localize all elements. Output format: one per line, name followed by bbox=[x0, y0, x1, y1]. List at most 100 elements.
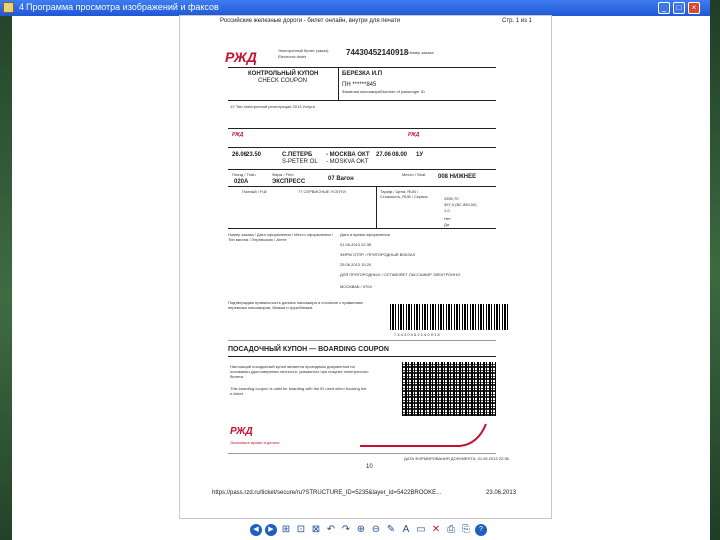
route-to: - МОСКВА ОКТ bbox=[326, 152, 370, 158]
train-name-label: Фирм / Firm bbox=[272, 172, 294, 177]
app-icon bbox=[3, 2, 14, 13]
print-icon[interactable]: ⎙ bbox=[445, 524, 457, 536]
boarding-text-2: This boarding coupon is valid for boardi… bbox=[230, 386, 367, 396]
slogan: Экономьте время и деньги bbox=[230, 440, 280, 445]
route-from-en: S-PETER OL bbox=[282, 159, 318, 165]
slideshow-icon[interactable]: ⊠ bbox=[310, 524, 322, 536]
desktop-background-right bbox=[710, 0, 720, 540]
close-button[interactable]: × bbox=[688, 2, 700, 14]
price-labels: Тариф / Цена, RUB / Стоимость, RUB / Сер… bbox=[380, 189, 428, 199]
help-icon[interactable]: ? bbox=[475, 524, 487, 536]
boarding-title: ПОСАДОЧНЫЙ КУПОН — BOARDING COUPON bbox=[228, 346, 389, 353]
cut-line bbox=[228, 340, 496, 341]
validity: 25.06.2013 15:20 bbox=[340, 262, 372, 267]
rzd-logo-footer: РЖД bbox=[230, 426, 253, 437]
issued-place: ФИРМ ОТПР / ПРИГОРОДНЫЙ ВОКЗАЛ bbox=[340, 252, 416, 257]
rule bbox=[228, 453, 496, 454]
rule bbox=[228, 228, 496, 229]
image-viewer-area[interactable]: Российские железные дороги - билет онлай… bbox=[12, 16, 710, 540]
e-ticket-label: Электронный билет (заказ) bbox=[278, 48, 329, 53]
rule bbox=[228, 186, 496, 187]
issued-label: Дата и время оформления bbox=[340, 232, 390, 237]
price-1: 2550,70 bbox=[444, 196, 459, 201]
page-header-left: Российские железные дороги - билет онлай… bbox=[220, 18, 401, 24]
rule bbox=[228, 356, 496, 357]
ticket-barcode bbox=[390, 304, 510, 330]
boarding-text-1: Настоящий посадочный купон является прое… bbox=[230, 364, 369, 379]
price-2: 397,0 (ВС 850,00) bbox=[444, 202, 477, 207]
divider bbox=[338, 67, 339, 100]
rule bbox=[228, 147, 496, 148]
agent: МОСКВАБ / 9704 bbox=[340, 284, 372, 289]
yes-no-2: Да bbox=[444, 222, 449, 227]
minimize-button[interactable]: _ bbox=[658, 2, 670, 14]
carrier: ДЛЯ ПРИГОРОДНЫХ / ОСТАВЛЯЕТ ПАССАЖИР ЭЛЕ… bbox=[340, 272, 461, 277]
text-tool-icon[interactable]: A bbox=[400, 524, 412, 536]
arrival-date: 27.06 bbox=[376, 152, 392, 158]
rectangle-tool-icon[interactable]: ▭ bbox=[415, 524, 427, 536]
price-3: 1.0 bbox=[444, 208, 450, 213]
barcode-digits: 7 4 4 3 0 4 5 2 1 4 0 9 1 8 bbox=[394, 332, 440, 337]
divider bbox=[376, 186, 377, 228]
seat-label: Место / Seat bbox=[402, 172, 426, 177]
rotate-left-icon[interactable]: ↶ bbox=[325, 524, 337, 536]
actual-size-icon[interactable]: ⊡ bbox=[295, 524, 307, 536]
copy-to-icon[interactable]: ⎘ bbox=[460, 524, 472, 536]
window-title: Программа просмотра изображений и факсов bbox=[26, 2, 219, 12]
departure-time: 23.50 bbox=[246, 152, 262, 158]
note-left: 1У Тип электронной регистрации 2013 Услу… bbox=[230, 104, 315, 109]
train-name: ЭКСПРЕСС bbox=[272, 179, 306, 185]
document-page: Российские железные дороги - билет онлай… bbox=[180, 16, 551, 518]
route-from: С.ПЕТЕРБ bbox=[282, 152, 313, 158]
window-title-number: 4 bbox=[19, 2, 25, 12]
fare-line: 77 СЕРВИСНЫЕ УСЛУГИ bbox=[298, 189, 346, 194]
car-number: 07 Вагон bbox=[328, 176, 354, 182]
rzd-logo: РЖД bbox=[225, 49, 257, 65]
issued-date: 01.06.2013 22:35 bbox=[340, 242, 372, 247]
check-coupon-title: CHECK COUPON bbox=[258, 78, 308, 84]
page-footer-date: 23.06.2013 bbox=[486, 490, 517, 496]
rzd-logo-small: РЖД bbox=[408, 132, 420, 138]
e-ticket-sub: Electronic ticket bbox=[278, 54, 307, 59]
yes-no-1: Нет bbox=[444, 216, 451, 221]
rule bbox=[228, 100, 496, 101]
info-block-left: Номер заказа / Дата оформления / Место о… bbox=[228, 232, 333, 242]
passenger-doc: ПН ******845 bbox=[342, 82, 377, 88]
page-number: 10 bbox=[366, 464, 373, 470]
terms-text: Подтверждаю правильность данных пассажир… bbox=[228, 300, 363, 310]
rzd-swoosh bbox=[360, 423, 487, 447]
window-titlebar[interactable]: 4 Программа просмотра изображений и факс… bbox=[0, 0, 710, 16]
train-label: Поезд / Train bbox=[232, 172, 256, 177]
seat-number: 008 НИЖНЕЕ bbox=[438, 174, 477, 180]
page-footer-url: https://pass.rzd.ru/ticket/secure/ru?STR… bbox=[212, 490, 442, 496]
zoom-in-icon[interactable]: ⊕ bbox=[355, 524, 367, 536]
train-number: 020А bbox=[234, 179, 249, 185]
annotate-icon[interactable]: ✎ bbox=[385, 524, 397, 536]
full-fare: Полный / Full bbox=[242, 189, 267, 194]
boarding-2d-barcode bbox=[402, 362, 496, 416]
arrival-time: 08.00 bbox=[392, 152, 408, 158]
viewer-toolbar: ◀ ▶ ⊞ ⊡ ⊠ ↶ ↷ ⊕ ⊖ ✎ A ▭ ✕ ⎙ ⎘ ? bbox=[250, 522, 487, 538]
next-image-icon[interactable]: ▶ bbox=[265, 524, 277, 536]
page-header-right: Стр. 1 из 1 bbox=[502, 18, 532, 24]
control-coupon-title: КОНТРОЛЬНЫЙ КУПОН bbox=[248, 71, 319, 77]
service-class: 1У bbox=[416, 152, 424, 158]
order-label: Номер заказа bbox=[408, 50, 434, 55]
rule bbox=[228, 67, 496, 68]
previous-image-icon[interactable]: ◀ bbox=[250, 524, 262, 536]
best-fit-icon[interactable]: ⊞ bbox=[280, 524, 292, 536]
route-to-en: - MOSKVA OKT bbox=[326, 159, 369, 165]
rule bbox=[228, 169, 496, 170]
desktop-background-left bbox=[0, 0, 12, 540]
zoom-out-icon[interactable]: ⊖ bbox=[370, 524, 382, 536]
rule bbox=[228, 128, 496, 129]
rotate-right-icon[interactable]: ↷ bbox=[340, 524, 352, 536]
departure-date: 26.06 bbox=[232, 152, 248, 158]
ticket-number: 74430452140918 bbox=[346, 48, 409, 57]
rzd-logo-small: РЖД bbox=[232, 132, 244, 138]
doc-label: Фамилия пассажира/Number of passenger ID bbox=[342, 89, 425, 94]
passenger-name: БЕРЕЗКА И.П bbox=[342, 71, 383, 77]
issued-footer: ДАТА ФОРМИРОВАНИЯ ДОКУМЕНТА: 01.06.2013 … bbox=[404, 456, 509, 461]
delete-icon[interactable]: ✕ bbox=[430, 524, 442, 536]
maximize-button[interactable]: □ bbox=[673, 2, 685, 14]
